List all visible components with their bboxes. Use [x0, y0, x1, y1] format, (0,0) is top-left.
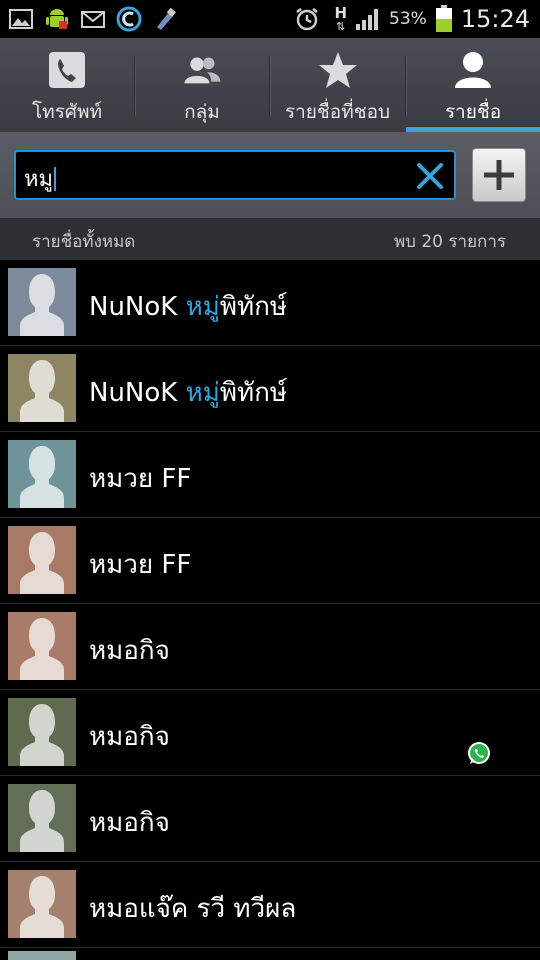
search-input[interactable]: หมู: [14, 150, 456, 200]
status-bar: H ⇅ 53% 15:24: [0, 0, 540, 38]
clear-icon[interactable]: [412, 158, 448, 194]
data-arrows-icon: H ⇅: [334, 4, 348, 33]
contact-name: NuNoK หมู่พิทักษ์: [89, 378, 288, 408]
mail-icon: [81, 11, 105, 28]
default-avatar-icon: [8, 784, 76, 852]
add-contact-button[interactable]: [472, 148, 526, 202]
search-match: หมู่: [185, 378, 220, 408]
tab-contacts[interactable]: รายชื่อ: [406, 38, 540, 132]
search-query: หมู: [24, 167, 54, 192]
contact-row[interactable]: หมอกิจ: [0, 776, 540, 862]
search-match: หมู่: [185, 292, 220, 322]
contact-row[interactable]: หมวย FF: [0, 518, 540, 604]
app-icon: [116, 6, 142, 32]
section-header: รายชื่อทั้งหมด พบ 20 รายการ: [0, 218, 540, 260]
default-avatar-icon: [8, 440, 76, 508]
text-cursor: [54, 166, 57, 191]
contact-row[interactable]: หมอกิจ: [0, 604, 540, 690]
result-count: พบ 20 รายการ: [393, 232, 506, 252]
contact-name: NuNoK หมู่พิทักษ์: [89, 292, 288, 322]
contact-row[interactable]: หมอกิจ: [0, 690, 540, 776]
avatar: [8, 951, 76, 960]
section-title: รายชื่อทั้งหมด: [32, 232, 136, 252]
avatar: [8, 612, 76, 680]
default-avatar-icon: [8, 870, 76, 938]
default-avatar-icon: [8, 268, 76, 336]
tab-label: รายชื่อที่ชอบ: [284, 101, 391, 123]
contact-name: หมอกิจ: [89, 636, 170, 666]
contact-name: หมวย FF: [89, 550, 192, 580]
default-avatar-icon: [8, 526, 76, 594]
tab-label: รายชื่อ: [444, 101, 502, 123]
signal-icon: [356, 9, 379, 30]
default-avatar-icon: [8, 698, 76, 766]
tab-bar: โทรศัพท์ กลุ่ม รายชื่อที่ชอบ รายชื่อ: [0, 38, 540, 133]
plus-icon: [484, 160, 514, 190]
person-icon: [453, 50, 493, 90]
avatar: [8, 526, 76, 594]
tab-groups[interactable]: กลุ่ม: [135, 38, 269, 132]
image-icon: [9, 9, 33, 29]
contact-row[interactable]: หมวย FF: [0, 432, 540, 518]
tab-label: กลุ่ม: [184, 101, 220, 123]
contact-row[interactable]: หมอแจ๊ค รวี ทวีผล: [0, 862, 540, 948]
avatar: [8, 440, 76, 508]
network-type: H: [334, 4, 348, 22]
avatar: [8, 870, 76, 938]
alarm-icon: [296, 8, 319, 31]
group-icon: [182, 50, 222, 90]
contact-list: NuNoK หมู่พิทักษ์ NuNoK หมู่พิทักษ์ หมวย…: [0, 260, 540, 948]
tab-label: โทรศัพท์: [31, 101, 103, 123]
contact-name: หมวย FF: [89, 464, 192, 494]
battery-percent: 53%: [389, 9, 427, 29]
contact-name: หมอแจ๊ค รวี ทวีผล: [89, 894, 297, 924]
avatar: [8, 354, 76, 422]
list-item[interactable]: [0, 945, 540, 960]
contact-name: หมอกิจ: [89, 722, 170, 752]
notification-icons: [8, 3, 178, 35]
battery-icon: [435, 5, 452, 32]
avatar: [8, 698, 76, 766]
default-avatar-icon: [8, 612, 76, 680]
contact-row[interactable]: NuNoK หมู่พิทักษ์: [0, 260, 540, 346]
tab-phone[interactable]: โทรศัพท์: [0, 38, 134, 132]
contact-name: หมอกิจ: [89, 808, 170, 838]
whatsapp-icon[interactable]: [466, 740, 492, 766]
star-icon: [318, 50, 358, 90]
contact-row[interactable]: NuNoK หมู่พิทักษ์: [0, 346, 540, 432]
clock: 15:24: [460, 5, 530, 33]
tab-favorites[interactable]: รายชื่อที่ชอบ: [270, 38, 405, 132]
phone-icon: [47, 50, 87, 90]
android-icon: [46, 9, 68, 29]
default-avatar-icon: [8, 354, 76, 422]
avatar: [8, 268, 76, 336]
system-icons: H ⇅ 53% 15:24: [294, 0, 530, 38]
tool-icon: [157, 7, 176, 30]
avatar: [8, 784, 76, 852]
